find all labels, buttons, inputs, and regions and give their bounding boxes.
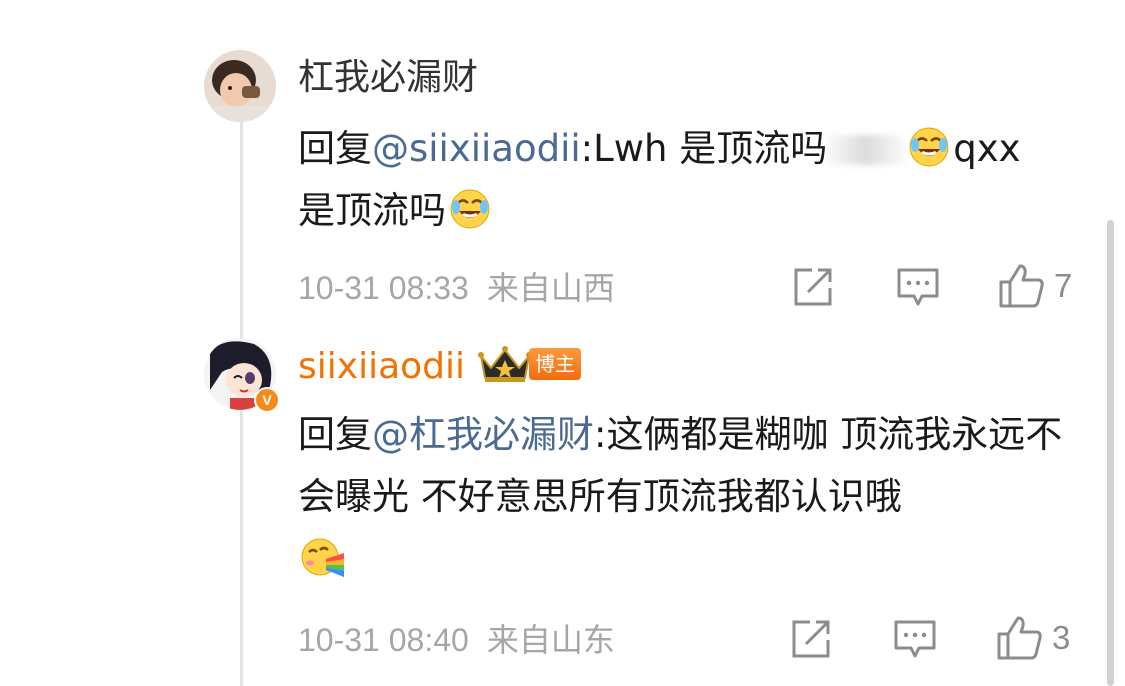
share-icon	[794, 268, 832, 306]
timestamp: 10-31 08:33	[298, 270, 469, 306]
location: 来自山东	[486, 621, 615, 659]
rainbow-puke-emoji	[300, 535, 344, 579]
share-button[interactable]	[790, 618, 832, 660]
text-part: :Lwh 是顶流吗	[580, 127, 828, 170]
laugh-cry-emoji	[907, 125, 951, 169]
like-button[interactable]: 3	[996, 614, 1070, 662]
location: 来自山西	[486, 269, 615, 307]
mention-link[interactable]: @杠我必漏财	[372, 413, 594, 456]
comment-icon	[894, 620, 936, 658]
blurred-text	[827, 135, 906, 165]
scrollbar[interactable]	[1107, 220, 1114, 686]
timestamp: 10-31 08:40	[298, 622, 469, 658]
comment-icon	[897, 268, 939, 306]
text-part: 是顶流吗	[298, 189, 446, 232]
username[interactable]: siixiiaodii 博主	[298, 344, 582, 389]
reply-prefix: 回复	[298, 127, 372, 170]
comment-text: 回复@杠我必漏财:这俩都是糊咖 顶流我永远不会曝光 不好意思所有顶流我都认识哦	[298, 404, 1088, 590]
like-button[interactable]: 7	[998, 262, 1072, 310]
thumbs-up-icon	[997, 616, 1042, 660]
reply-prefix: 回复	[298, 413, 372, 456]
comment-meta: 10-31 08:33 来自山西	[298, 268, 615, 308]
like-count: 3	[1052, 619, 1071, 656]
comment-meta: 10-31 08:40 来自山东	[298, 620, 615, 660]
username[interactable]: 杠我必漏财	[298, 56, 478, 100]
comment-button[interactable]	[893, 618, 937, 660]
verified-badge: V	[254, 387, 280, 413]
host-crown-badge: 博主	[477, 344, 582, 384]
avatar[interactable]	[204, 50, 276, 122]
text-part: qxx	[953, 127, 1021, 170]
thumbs-up-icon	[999, 264, 1044, 308]
mention-link[interactable]: @siixiiaodii	[372, 127, 581, 170]
comment-button[interactable]	[896, 266, 940, 308]
share-icon	[792, 620, 830, 658]
username-text: siixiiaodii	[298, 346, 466, 387]
laugh-cry-emoji	[448, 187, 492, 231]
crown-icon	[478, 346, 533, 382]
comment-text: 回复@siixiiaodii:Lwh 是顶流吗 qxx 是顶流吗	[298, 118, 1088, 242]
share-button[interactable]	[792, 266, 834, 308]
host-badge: 博主	[529, 348, 582, 380]
like-count: 7	[1054, 267, 1073, 304]
